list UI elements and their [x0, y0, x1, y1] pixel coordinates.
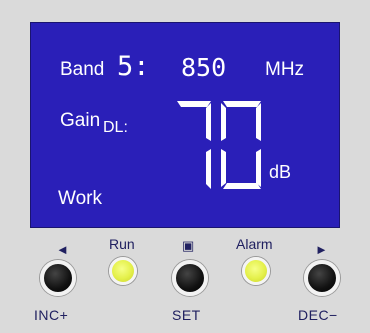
device-front-panel: Band 5: 850 MHz Gain DL: dB Work ◄ Run ▣… — [0, 0, 370, 333]
digit-7 — [177, 101, 211, 189]
dec-label: DEC− — [298, 307, 338, 323]
frequency-value: 850 — [181, 53, 227, 82]
inc-button[interactable] — [40, 260, 76, 296]
band-label: Band — [60, 59, 105, 80]
set-button[interactable] — [172, 260, 208, 296]
run-led — [109, 257, 137, 285]
run-label: Run — [109, 236, 135, 252]
set-square-icon: ▣ — [182, 238, 195, 253]
lcd-display: Band 5: 850 MHz Gain DL: dB Work — [30, 22, 340, 228]
gain-value-digits: 70 — [173, 97, 265, 193]
gain-value-graphic — [177, 101, 261, 189]
status-label: Work — [58, 188, 102, 209]
band-number: 5: — [117, 51, 150, 82]
frequency-unit: MHz — [265, 59, 305, 80]
gain-label: Gain — [60, 110, 101, 131]
inc-label: INC+ — [34, 307, 69, 323]
left-arrow-icon: ◄ — [56, 242, 69, 257]
gain-unit: dB — [269, 162, 292, 182]
digit-0 — [221, 101, 261, 189]
right-arrow-icon: ► — [315, 242, 328, 257]
alarm-led — [242, 257, 270, 285]
control-row: ◄ Run ▣ Alarm ► INC+ SET DEC− — [0, 236, 370, 333]
set-label: SET — [172, 307, 201, 323]
dec-button[interactable] — [304, 260, 340, 296]
alarm-label: Alarm — [236, 236, 273, 252]
gain-subscript: DL: — [103, 119, 128, 136]
